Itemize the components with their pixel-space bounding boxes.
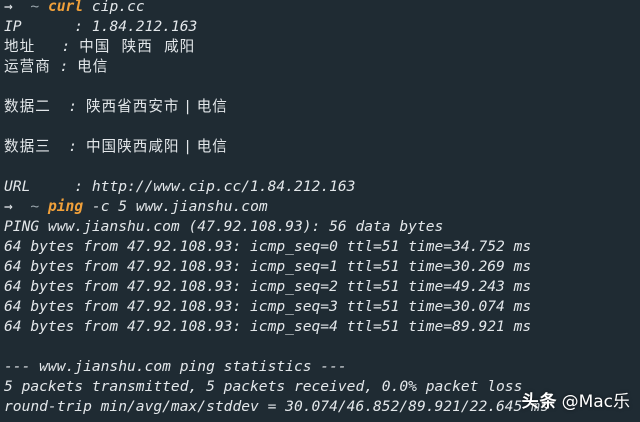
prompt-line-curl: → ~ curl cip.cc — [4, 0, 145, 17]
address-value: 中国 陕西 咸阳 — [79, 38, 196, 55]
ping-stats-packets: 5 packets transmitted, 5 packets receive… — [4, 378, 523, 395]
ping-reply-line: 64 bytes from 47.92.108.93: icmp_seq=3 t… — [4, 298, 532, 315]
ping-reply-line: 64 bytes from 47.92.108.93: icmp_seq=1 t… — [4, 258, 532, 275]
data2-value: 陕西省西安市 | 电信 — [85, 98, 228, 115]
ip-value: 1.84.212.163 — [91, 18, 198, 35]
ip-label: IP : — [4, 18, 92, 35]
ping-header-line: PING www.jianshu.com (47.92.108.93): 56 … — [4, 218, 444, 235]
isp-label: 运营商 — [4, 58, 51, 75]
address-sep: : — [35, 38, 80, 55]
ping-reply-line: 64 bytes from 47.92.108.93: icmp_seq=0 t… — [4, 238, 532, 255]
data3-line: 数据三 : 中国陕西咸阳 | 电信 — [4, 137, 228, 157]
command-ping: ping — [47, 198, 84, 215]
prompt-tilde: ~ — [30, 0, 40, 15]
isp-sep: : — [50, 58, 78, 75]
isp-value: 电信 — [77, 58, 109, 75]
watermark-handle: @Mac乐 — [561, 392, 630, 412]
data2-line: 数据二 : 陕西省西安市 | 电信 — [4, 97, 228, 117]
watermark-logo: 头条 — [521, 392, 558, 412]
data3-value: 中国陕西咸阳 | 电信 — [85, 138, 228, 155]
data3-label: 数据三 — [4, 138, 51, 155]
watermark: 头条 @Mac乐 — [522, 388, 630, 416]
prompt-arrow-icon: → — [4, 198, 13, 215]
address-label: 地址 — [4, 38, 36, 55]
ping-stats-rtt: round-trip min/avg/max/stddev = 30.074/4… — [4, 398, 549, 415]
prompt-line-ping: → ~ ping -c 5 www.jianshu.com — [4, 197, 268, 217]
url-label: URL : — [4, 178, 92, 195]
url-value: http://www.cip.cc/1.84.212.163 — [91, 178, 356, 195]
isp-line: 运营商 : 电信 — [4, 57, 108, 77]
prompt-arrow-icon: → — [4, 0, 13, 15]
ping-reply-line: 64 bytes from 47.92.108.93: icmp_seq=4 t… — [4, 318, 532, 335]
prompt-tilde: ~ — [30, 198, 40, 215]
address-line: 地址 : 中国 陕西 咸阳 — [4, 37, 195, 57]
command-curl: curl — [47, 0, 84, 15]
data2-sep: : — [50, 98, 86, 115]
terminal-window[interactable]: → ~ curl cip.cc IP : 1.84.212.163 地址 : 中… — [0, 0, 640, 422]
ping-reply-line: 64 bytes from 47.92.108.93: icmp_seq=2 t… — [4, 278, 532, 295]
data2-label: 数据二 — [4, 98, 51, 115]
ip-line: IP : 1.84.212.163 — [4, 17, 197, 37]
data3-sep: : — [50, 138, 86, 155]
command-curl-args: cip.cc — [91, 0, 145, 15]
ping-stats-header: --- www.jianshu.com ping statistics --- — [4, 358, 347, 375]
command-ping-args: -c 5 www.jianshu.com — [91, 198, 268, 215]
url-line: URL : http://www.cip.cc/1.84.212.163 — [4, 177, 355, 197]
